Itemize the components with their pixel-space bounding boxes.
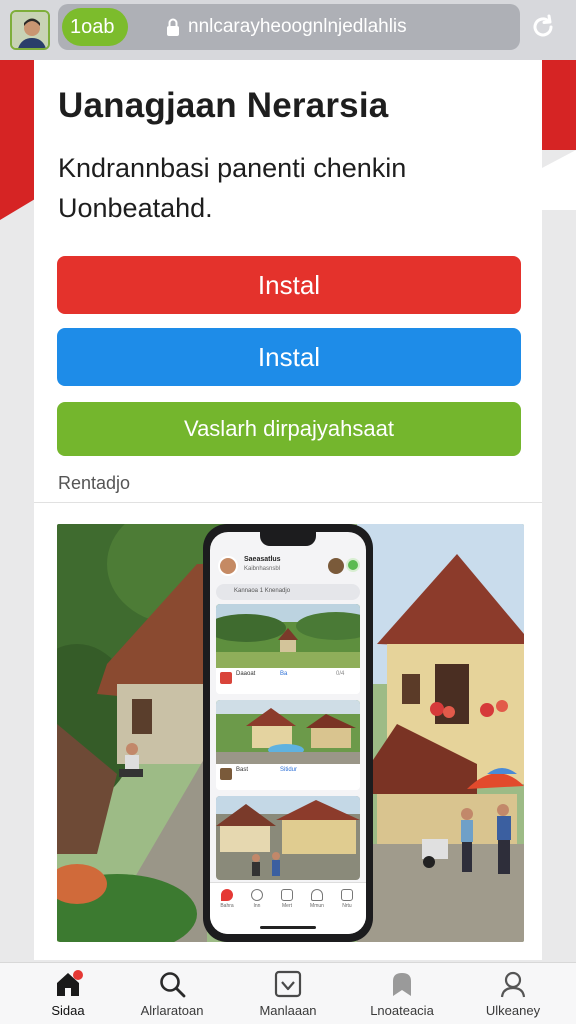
decorative-red-banner-right — [536, 60, 576, 150]
nav-label-search: Alrlaratoan — [140, 1003, 204, 1018]
bookmark-icon — [393, 973, 411, 996]
phone-screen: Saeasatlus Kaibnhasnsbl Kannaoa 1 Knenad… — [210, 532, 366, 934]
phone-tab: Bahra — [214, 889, 240, 909]
profile-avatar[interactable] — [10, 10, 50, 50]
phone-home-indicator — [260, 926, 316, 929]
person-icon — [12, 12, 48, 48]
phone-header-name: Saeasatlus — [244, 556, 281, 563]
phone-tab: Mert — [274, 889, 300, 909]
install-button-primary[interactable]: Instal — [57, 256, 521, 314]
phone-feed-card — [216, 796, 360, 880]
phone-app-header: Saeasatlus Kaibnhasnsbl — [216, 554, 360, 580]
phone-bell-icon — [311, 889, 323, 901]
nav-label-tasks: Manlaaan — [259, 1003, 317, 1018]
phone-status-icon — [346, 558, 360, 572]
phone-feed-image — [216, 700, 360, 764]
phone-search-text: Kannaoa 1 Knenadjo — [234, 588, 291, 594]
nav-item-search[interactable]: Alrlaratoan — [117, 969, 227, 1018]
phone-user-icon — [328, 558, 344, 574]
phone-feed-row: Daaoat Ba 0/4 — [216, 668, 360, 694]
bottom-navigation: Sidaa Alrlaratoan Manlaaan Lnoateacia Ul… — [0, 962, 576, 1024]
nav-item-saved[interactable]: Lnoateacia — [347, 969, 457, 1018]
lock-icon — [167, 18, 179, 36]
check-box-icon — [274, 970, 302, 998]
phone-tab: Mmun — [304, 889, 330, 909]
section-label: Rentadjo — [58, 473, 131, 493]
phone-feed-image — [216, 796, 360, 880]
phone-tab: Nrtu — [334, 889, 360, 909]
divider — [34, 502, 542, 503]
phone-user-tab-icon — [341, 889, 353, 901]
url-text[interactable]: nnlcarayheoognlnjedlahlis — [188, 16, 508, 38]
phone-avatar — [218, 556, 238, 576]
phone-feed-card: Daaoat Ba 0/4 — [216, 604, 360, 694]
decorative-white-band — [542, 150, 576, 210]
phone-notch — [260, 532, 316, 546]
reload-icon[interactable] — [530, 14, 556, 40]
home-icon — [57, 970, 83, 996]
install-button-secondary[interactable]: Instal — [57, 328, 521, 386]
phone-feed-card: Bast Sitidur — [216, 700, 360, 790]
page-title: Uanagjaan Nerarsia — [58, 86, 389, 125]
phone-tab: Inn — [244, 889, 270, 909]
phone-heart-icon — [281, 889, 293, 901]
page-subtitle: Kndrannbasi panenti chenkin Uonbeatahd. — [58, 153, 407, 223]
phone-home-icon — [221, 889, 233, 901]
phone-header-sub: Kaibnhasnsbl — [244, 566, 281, 572]
nav-label-profile: Ulkeaney — [485, 1003, 541, 1018]
nav-item-tasks[interactable]: Manlaaan — [233, 969, 343, 1018]
user-icon — [500, 971, 526, 998]
phone-row-icon — [220, 768, 232, 780]
nav-item-home[interactable]: Sidaa — [13, 969, 123, 1018]
nav-label-home: Sidaa — [51, 1003, 85, 1018]
nav-item-profile[interactable]: Ulkeaney — [458, 969, 568, 1018]
phone-search-icon — [251, 889, 263, 901]
tab-button[interactable]: 1oab — [62, 8, 128, 46]
phone-search-bar: Kannaoa 1 Knenadjo — [216, 584, 360, 600]
phone-feed-image — [216, 604, 360, 668]
nav-label-saved: Lnoateacia — [370, 1003, 434, 1018]
learn-more-button[interactable]: Vaslarh dirpajyahsaat — [57, 402, 521, 456]
phone-feed-row: Bast Sitidur — [216, 764, 360, 790]
phone-row-icon — [220, 672, 232, 684]
search-icon — [160, 972, 186, 998]
